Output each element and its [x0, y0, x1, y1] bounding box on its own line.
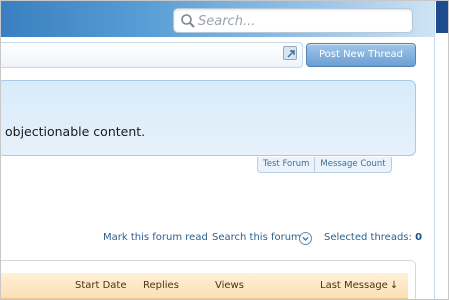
search-icon [180, 13, 196, 29]
selected-threads-count: 0 [415, 232, 423, 243]
header-cap [436, 1, 448, 33]
breadcrumb-bar [1, 42, 303, 68]
column-views[interactable]: Views [215, 280, 244, 291]
external-link-icon[interactable] [283, 46, 297, 60]
column-last-message[interactable]: Last Message ↓ [320, 280, 398, 291]
selected-threads-label: Selected threads: [324, 232, 412, 243]
selected-threads[interactable]: Selected threads: 0 [324, 232, 422, 243]
right-edge [434, 1, 448, 299]
search-forum-link[interactable]: Search this forum [212, 232, 301, 243]
sort-arrow-icon: ↓ [389, 280, 399, 291]
mark-forum-read-link[interactable]: Mark this forum read [103, 232, 208, 243]
column-last-message-label: Last Message [320, 280, 388, 291]
tab-test-forum[interactable]: Test Forum [257, 157, 316, 173]
tab-message-count[interactable]: Message Count [315, 157, 392, 173]
column-start-date[interactable]: Start Date [75, 280, 127, 291]
forum-description-text: objectionable content. [5, 124, 146, 139]
forum-controls: Mark this forum read Search this forum S… [1, 232, 434, 246]
search-box[interactable] [173, 8, 413, 33]
chevron-down-icon[interactable] [299, 232, 312, 245]
post-new-thread-button[interactable]: Post New Thread [306, 43, 416, 67]
forum-description-box [1, 80, 416, 156]
search-input[interactable] [198, 12, 398, 30]
forum-tabs: Test Forum Message Count [257, 157, 392, 173]
page-frame: Post New Thread objectionable content. T… [0, 0, 449, 300]
column-replies[interactable]: Replies [143, 280, 179, 291]
